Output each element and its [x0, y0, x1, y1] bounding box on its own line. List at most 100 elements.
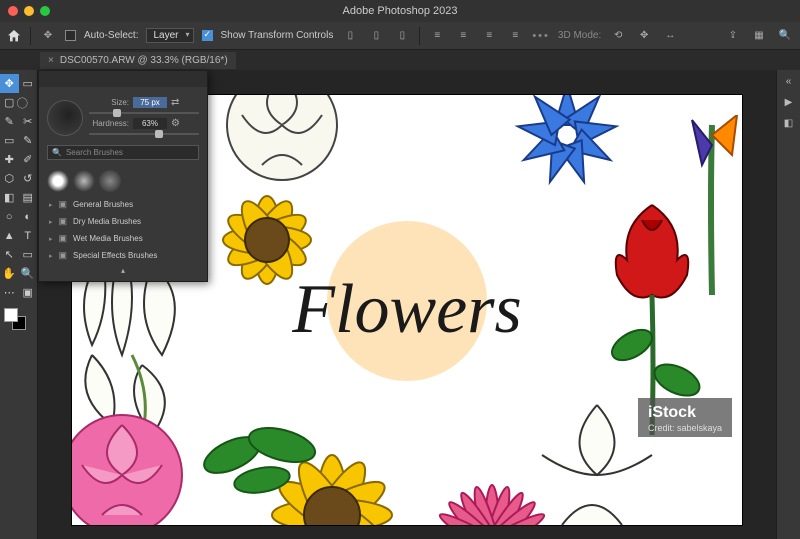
show-transform-label: Show Transform Controls — [221, 30, 334, 41]
options-bar: ✥ Auto-Select: Layer Show Transform Cont… — [0, 22, 800, 50]
distribute-top-icon[interactable]: ≡ — [428, 27, 446, 45]
eyedropper-tool[interactable]: ✎ — [19, 131, 38, 150]
slide-icon[interactable]: ↔ — [661, 27, 679, 45]
lasso-tool[interactable]: ⃝ — [19, 93, 38, 112]
search-icon: 🔍 — [52, 148, 62, 157]
frame-tool[interactable]: ▭ — [0, 131, 19, 150]
brush-search-placeholder: Search Brushes — [66, 148, 123, 157]
artwork-headline: Flowers — [292, 270, 521, 350]
size-slider[interactable] — [89, 108, 199, 118]
close-tab-icon[interactable]: × — [48, 55, 54, 66]
align-right-icon[interactable]: ▯ — [393, 27, 411, 45]
size-label: Size: — [89, 98, 129, 107]
pen-tool[interactable]: ▲ — [0, 226, 19, 245]
quick-select-tool[interactable]: ✎ — [0, 112, 19, 131]
brush-folder-label: Wet Media Brushes — [73, 234, 143, 243]
crop-tool[interactable]: ✂ — [19, 112, 38, 131]
eraser-tool[interactable]: ◧ — [0, 188, 19, 207]
brush-preset-panel: Size: 75 px ⇄ Hardness: 63% ⚙ — [38, 70, 208, 282]
history-brush-tool[interactable]: ↺ — [19, 169, 38, 188]
artwork-cornflower-top — [492, 95, 642, 195]
brush-settings-icon[interactable]: ⚙ — [171, 118, 180, 129]
pan-icon[interactable]: ✥ — [635, 27, 653, 45]
workspace: ✥▭ ▢⃝ ✎✂ ▭✎ ✚✐ ⬡↺ ◧▤ ○◐ ▲T ↖▭ ✋🔍 ⋯▣ — [0, 70, 800, 539]
share-icon[interactable]: ⇪ — [724, 27, 742, 45]
show-transform-checkbox[interactable] — [202, 30, 213, 41]
panel-resize-handle[interactable]: ▴ — [47, 264, 199, 275]
align-center-icon[interactable]: ▯ — [367, 27, 385, 45]
stock-watermark: iStock Credit: sabelskaya — [638, 398, 732, 437]
hand-tool[interactable]: ✋ — [0, 264, 19, 283]
folder-icon: ▣ — [59, 250, 68, 261]
brush-preset[interactable] — [47, 170, 69, 192]
brush-folder-label: General Brushes — [73, 200, 133, 209]
brush-folder[interactable]: ▸▣General Brushes — [47, 196, 199, 213]
auto-select-checkbox[interactable] — [65, 30, 76, 41]
hardness-slider[interactable] — [89, 129, 199, 139]
chevron-right-icon: ▸ — [49, 235, 53, 243]
move-tool-preset-icon[interactable]: ✥ — [39, 27, 57, 45]
watermark-brand: iStock — [648, 404, 722, 422]
brush-tip-preview[interactable] — [47, 100, 83, 136]
brush-folder[interactable]: ▸ ▣ Dry Media Brushes — [47, 213, 199, 230]
flip-brush-icon[interactable]: ⇄ — [171, 97, 179, 108]
screen-mode[interactable]: ▣ — [19, 283, 38, 302]
chevron-right-icon: ▸ — [49, 218, 53, 226]
healing-tool[interactable]: ✚ — [0, 150, 19, 169]
chevron-right-icon: ▸ — [49, 201, 53, 209]
divider — [30, 27, 31, 45]
properties-panel-icon[interactable]: ▶ — [785, 97, 793, 108]
distribute-left-icon[interactable]: ≡ — [506, 27, 524, 45]
artwork-gerbera-bottom — [402, 435, 582, 525]
auto-select-label: Auto-Select: — [84, 30, 138, 41]
gradient-tool[interactable]: ▤ — [19, 188, 38, 207]
home-icon[interactable] — [6, 28, 22, 44]
distribute-bottom-icon[interactable]: ≡ — [480, 27, 498, 45]
toolbox: ✥▭ ▢⃝ ✎✂ ▭✎ ✚✐ ⬡↺ ◧▤ ○◐ ▲T ↖▭ ✋🔍 ⋯▣ — [0, 70, 38, 539]
zoom-tool[interactable]: 🔍 — [19, 264, 38, 283]
dodge-tool[interactable]: ◐ — [19, 207, 38, 226]
brush-preset[interactable] — [73, 170, 95, 192]
folder-icon: ▣ — [59, 216, 68, 227]
more-align-icon[interactable]: ••• — [532, 30, 550, 42]
search-icon[interactable]: 🔍 — [776, 27, 794, 45]
auto-select-dropdown[interactable]: Layer — [146, 28, 193, 43]
artwork-leaves-bottom — [192, 405, 332, 505]
align-left-icon[interactable]: ▯ — [341, 27, 359, 45]
document-tab-label: DSC00570.ARW @ 33.3% (RGB/16*) — [60, 55, 228, 66]
adjustments-panel-icon[interactable]: ◧ — [784, 118, 793, 129]
hardness-value[interactable]: 63% — [133, 118, 167, 129]
brush-folder-label: Special Effects Brushes — [73, 251, 157, 260]
threeD-label: 3D Mode: — [558, 30, 601, 41]
brush-search-input[interactable]: 🔍 Search Brushes — [47, 145, 199, 160]
stamp-tool[interactable]: ⬡ — [0, 169, 19, 188]
document-tabbar: × DSC00570.ARW @ 33.3% (RGB/16*) — [0, 50, 800, 70]
titlebar: Adobe Photoshop 2023 — [0, 0, 800, 22]
brush-folder[interactable]: ▸ ▣ Special Effects Brushes — [47, 247, 199, 264]
foreground-swatch[interactable] — [4, 308, 18, 322]
app-window: Adobe Photoshop 2023 ✥ Auto-Select: Laye… — [0, 0, 800, 539]
brush-preset[interactable] — [99, 170, 121, 192]
artwork-pinkrose-bottom — [72, 395, 202, 525]
brush-folder[interactable]: ▸ ▣ Wet Media Brushes — [47, 230, 199, 247]
path-tool[interactable]: ↖ — [0, 245, 19, 264]
color-swatches[interactable] — [4, 308, 26, 330]
workspace-icon[interactable]: ▦ — [750, 27, 768, 45]
orbit-icon[interactable]: ⟲ — [609, 27, 627, 45]
move-tool[interactable]: ✥ — [0, 74, 19, 93]
chevron-right-icon: ▸ — [49, 252, 53, 260]
edit-toolbar[interactable]: ⋯ — [0, 283, 19, 302]
expand-panels-icon[interactable]: « — [786, 76, 792, 87]
distribute-vcenter-icon[interactable]: ≡ — [454, 27, 472, 45]
type-tool[interactable]: T — [19, 226, 38, 245]
brush-folder-label: Dry Media Brushes — [73, 217, 141, 226]
marquee-tool[interactable]: ▢ — [0, 93, 19, 112]
document-tab[interactable]: × DSC00570.ARW @ 33.3% (RGB/16*) — [40, 52, 236, 69]
artboard-tool[interactable]: ▭ — [19, 74, 38, 93]
size-value[interactable]: 75 px — [133, 97, 167, 108]
folder-icon: ▣ — [59, 233, 68, 244]
blur-tool[interactable]: ○ — [0, 207, 19, 226]
shape-tool[interactable]: ▭ — [19, 245, 38, 264]
panel-header[interactable] — [39, 71, 207, 87]
brush-tool[interactable]: ✐ — [19, 150, 38, 169]
